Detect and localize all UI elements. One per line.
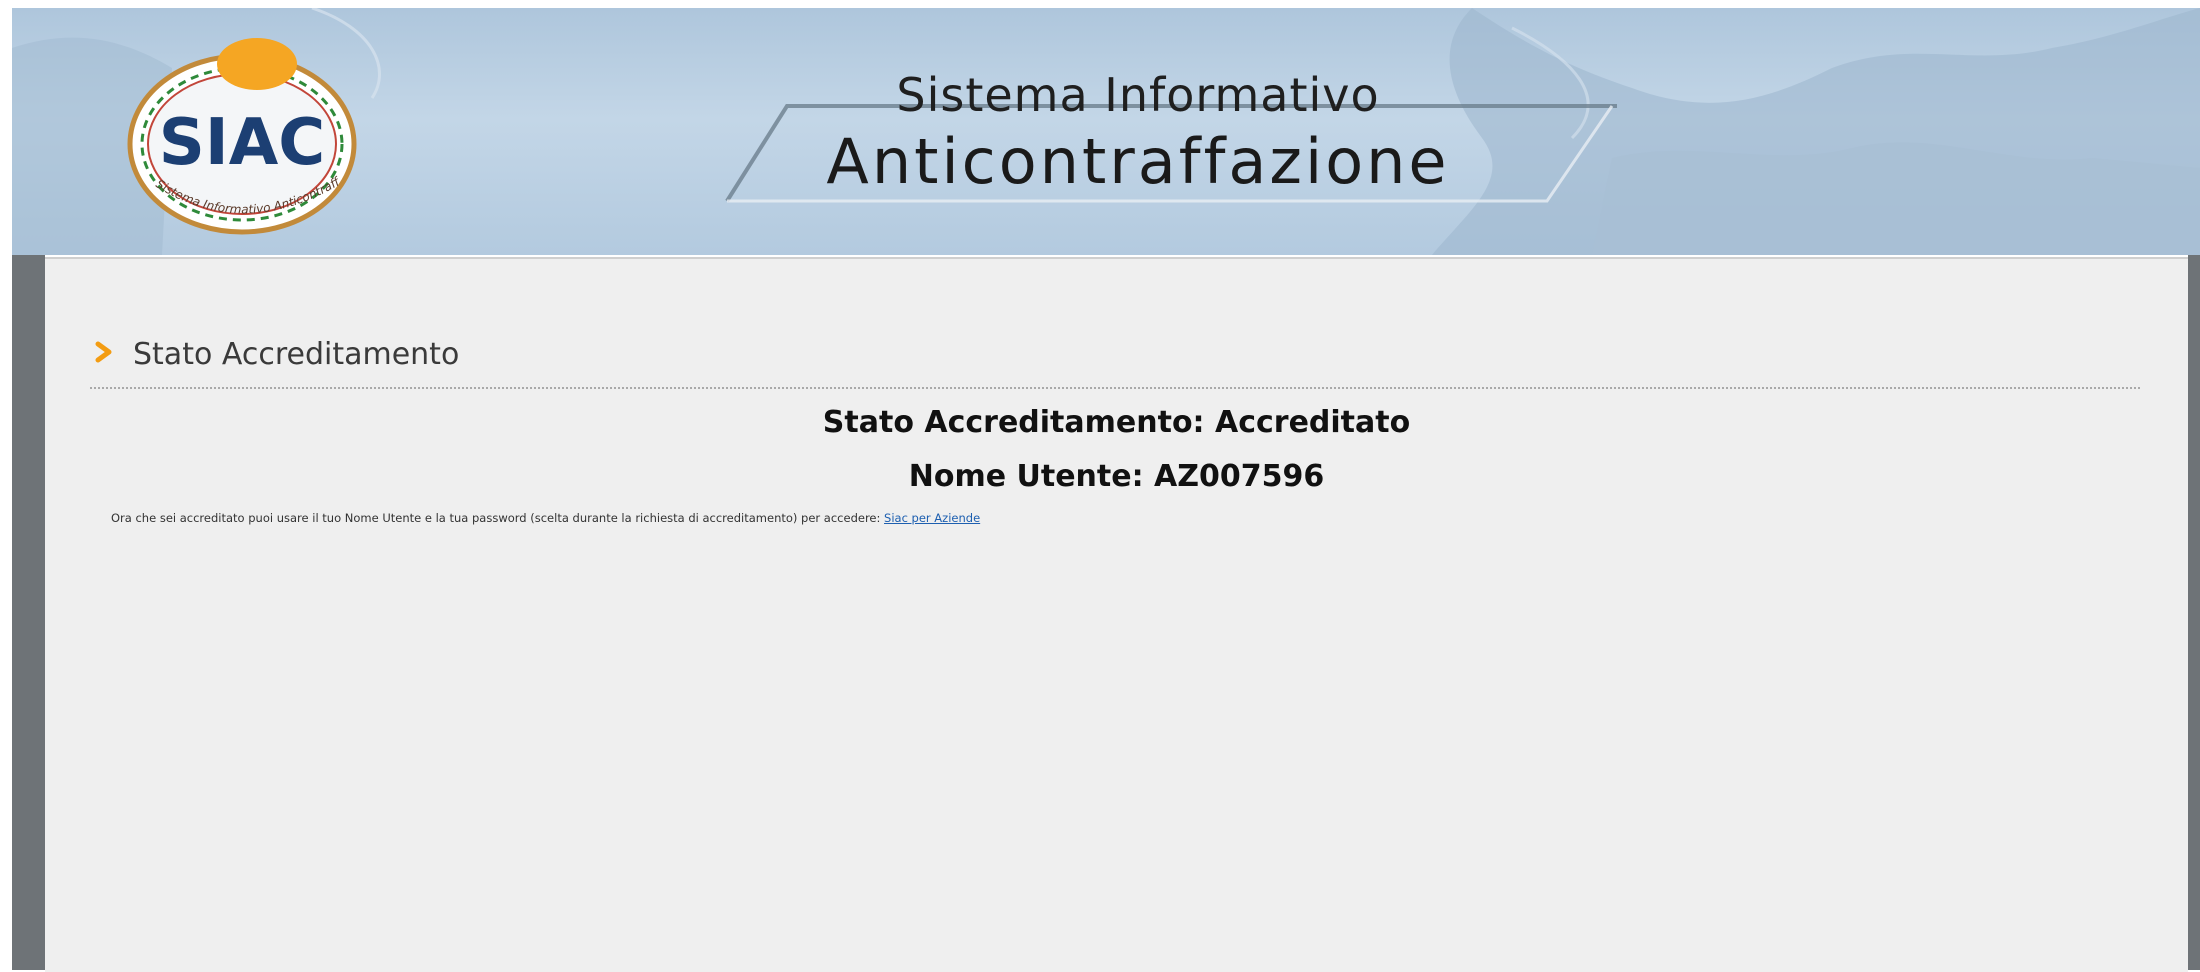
left-frame <box>12 255 45 970</box>
siac-aziende-link[interactable]: Siac per Aziende <box>884 511 980 525</box>
section-title: Stato Accreditamento <box>133 337 460 372</box>
main-content: Stato Accreditamento Stato Accreditament… <box>45 257 2188 972</box>
chevron-right-icon <box>95 341 112 363</box>
accreditation-status: Stato Accreditamento: Accreditato <box>822 405 1411 440</box>
page: SIAC Sistema Informativo Anticontraffazi… <box>0 0 2200 972</box>
siac-logo: SIAC Sistema Informativo Anticontraffazi… <box>107 36 357 235</box>
right-frame <box>2188 255 2200 970</box>
info-text: Ora che sei accreditato puoi usare il tu… <box>111 511 980 525</box>
username-display: Nome Utente: AZ007596 <box>908 459 1325 494</box>
site-title-line2: Anticontraffazione <box>826 125 1450 198</box>
site-title-line1: Sistema Informativo <box>896 68 1380 122</box>
info-message: Ora che sei accreditato puoi usare il tu… <box>111 511 885 525</box>
svg-text:SIAC: SIAC <box>159 106 325 180</box>
